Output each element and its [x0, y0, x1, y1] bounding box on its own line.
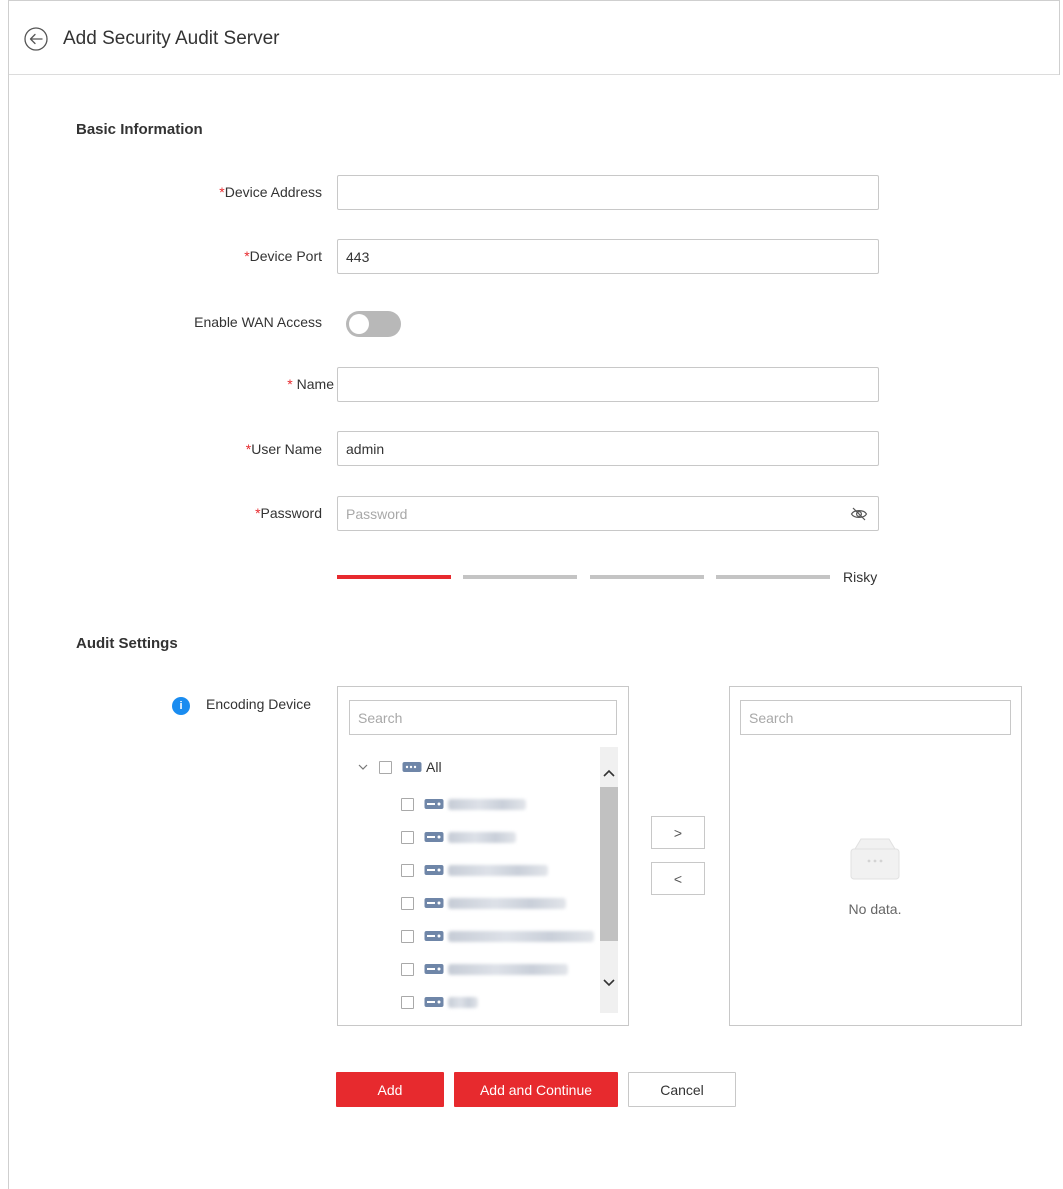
eye-hidden-icon[interactable] [850, 506, 868, 522]
source-device-panel: All [337, 686, 629, 1026]
blurred-device-name [448, 864, 548, 876]
encoding-device-icon [424, 898, 444, 908]
device-port-field[interactable] [337, 239, 879, 274]
frame-border-left [8, 0, 9, 1189]
device-address-label-text: Device Address [224, 184, 322, 200]
wan-access-toggle[interactable] [346, 311, 401, 337]
target-device-panel: No data. [729, 686, 1022, 1026]
encoding-device-icon [424, 832, 444, 842]
move-right-button[interactable]: > [651, 816, 705, 849]
scroll-up-icon[interactable] [600, 763, 618, 783]
move-left-button[interactable]: < [651, 862, 705, 895]
user-name-label-text: User Name [251, 441, 322, 457]
back-arrow-icon[interactable] [24, 27, 48, 51]
device-port-label: *Device Port [244, 248, 322, 264]
password-label: *Password [255, 505, 322, 521]
section-title-basic: Basic Information [76, 121, 203, 138]
blurred-device-name [448, 930, 594, 942]
checkbox[interactable] [401, 929, 414, 943]
password-input[interactable] [338, 497, 878, 530]
checkbox[interactable] [379, 760, 392, 774]
info-icon[interactable]: i [172, 697, 190, 715]
cancel-button[interactable]: Cancel [628, 1072, 736, 1107]
encoding-device-icon [424, 997, 444, 1007]
checkbox[interactable] [401, 995, 414, 1009]
device-port-input[interactable] [338, 240, 878, 273]
scroll-down-icon[interactable] [600, 973, 618, 993]
user-name-label: *User Name [246, 441, 322, 457]
password-field[interactable] [337, 496, 879, 531]
device-tree: All [354, 747, 600, 1013]
blurred-device-name [448, 996, 478, 1008]
source-search-input[interactable] [350, 701, 616, 734]
toggle-knob [349, 314, 369, 334]
password-strength-text: Risky [843, 569, 878, 585]
strength-bar-4 [716, 575, 830, 579]
strength-bar-2 [463, 575, 577, 579]
device-port-label-text: Device Port [249, 248, 322, 264]
password-label-text: Password [260, 505, 322, 521]
wan-access-label: Enable WAN Access [194, 314, 322, 330]
tree-scrollbar-thumb[interactable] [600, 787, 618, 941]
encoding-device-icon [424, 799, 444, 809]
strength-bar-3 [590, 575, 704, 579]
blurred-device-name [448, 798, 526, 810]
encoding-device-icon [424, 931, 444, 941]
source-search-box[interactable] [349, 700, 617, 735]
tree-root-label: All [426, 759, 442, 775]
encoding-device-icon [424, 964, 444, 974]
add-button[interactable]: Add [336, 1072, 444, 1107]
name-label: * Name [287, 376, 334, 392]
page-frame: Add Security Audit Server Basic Informat… [0, 0, 1063, 1189]
encoding-device-label: Encoding Device [206, 696, 312, 712]
target-search-box[interactable] [740, 700, 1011, 735]
user-name-input[interactable] [338, 432, 878, 465]
frame-border-right [1059, 0, 1060, 75]
tree-item[interactable] [401, 794, 526, 814]
name-input[interactable] [338, 368, 878, 401]
page-title: Add Security Audit Server [63, 28, 280, 49]
checkbox[interactable] [401, 797, 414, 811]
add-and-continue-button[interactable]: Add and Continue [454, 1072, 618, 1107]
checkbox[interactable] [401, 830, 414, 844]
chevron-down-icon[interactable] [357, 761, 369, 773]
blurred-device-name [448, 897, 566, 909]
checkbox[interactable] [401, 896, 414, 910]
device-address-field[interactable] [337, 175, 879, 210]
blurred-device-name [448, 831, 516, 843]
empty-state-text: No data. [848, 901, 902, 917]
device-address-label: *Device Address [219, 184, 322, 200]
page-header: Add Security Audit Server [9, 1, 1059, 75]
device-group-icon [402, 762, 422, 772]
device-address-input[interactable] [338, 176, 878, 209]
empty-box-icon [850, 838, 900, 880]
encoding-device-icon [424, 865, 444, 875]
tree-item[interactable] [401, 992, 478, 1012]
checkbox[interactable] [401, 962, 414, 976]
tree-item[interactable] [401, 893, 566, 913]
name-field[interactable] [337, 367, 879, 402]
tree-item[interactable] [401, 959, 568, 979]
user-name-field[interactable] [337, 431, 879, 466]
name-label-text: Name [296, 376, 334, 392]
tree-root-row[interactable]: All [357, 757, 442, 777]
strength-bar-1 [337, 575, 451, 579]
blurred-device-name [448, 963, 568, 975]
required-mark: * [287, 376, 297, 392]
target-search-input[interactable] [741, 701, 1010, 734]
tree-item[interactable] [401, 860, 548, 880]
checkbox[interactable] [401, 863, 414, 877]
tree-item[interactable] [401, 926, 594, 946]
tree-item[interactable] [401, 827, 516, 847]
section-title-audit: Audit Settings [76, 635, 178, 652]
